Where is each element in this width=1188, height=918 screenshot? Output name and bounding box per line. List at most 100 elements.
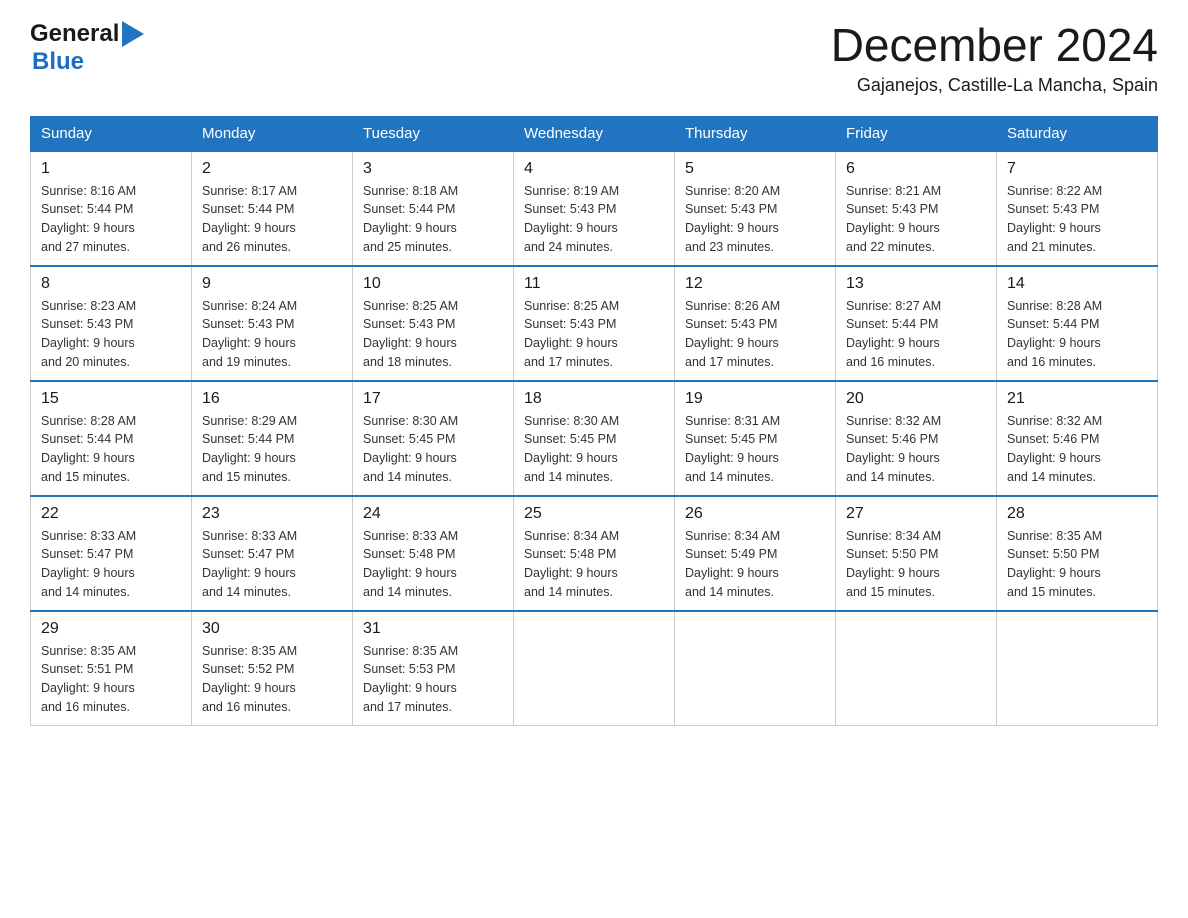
header-wednesday: Wednesday (514, 116, 675, 151)
calendar-cell: 17 Sunrise: 8:30 AM Sunset: 5:45 PM Dayl… (353, 381, 514, 496)
day-info: Sunrise: 8:26 AM Sunset: 5:43 PM Dayligh… (685, 297, 825, 372)
calendar-table: Sunday Monday Tuesday Wednesday Thursday… (30, 116, 1158, 726)
calendar-cell: 5 Sunrise: 8:20 AM Sunset: 5:43 PM Dayli… (675, 151, 836, 266)
week-row-4: 22 Sunrise: 8:33 AM Sunset: 5:47 PM Dayl… (31, 496, 1158, 611)
day-info: Sunrise: 8:27 AM Sunset: 5:44 PM Dayligh… (846, 297, 986, 372)
day-info: Sunrise: 8:35 AM Sunset: 5:50 PM Dayligh… (1007, 527, 1147, 602)
calendar-cell: 24 Sunrise: 8:33 AM Sunset: 5:48 PM Dayl… (353, 496, 514, 611)
calendar-cell: 8 Sunrise: 8:23 AM Sunset: 5:43 PM Dayli… (31, 266, 192, 381)
header-tuesday: Tuesday (353, 116, 514, 151)
logo: General Blue (30, 20, 144, 76)
calendar-cell: 12 Sunrise: 8:26 AM Sunset: 5:43 PM Dayl… (675, 266, 836, 381)
day-info: Sunrise: 8:20 AM Sunset: 5:43 PM Dayligh… (685, 182, 825, 257)
week-row-3: 15 Sunrise: 8:28 AM Sunset: 5:44 PM Dayl… (31, 381, 1158, 496)
calendar-cell: 30 Sunrise: 8:35 AM Sunset: 5:52 PM Dayl… (192, 611, 353, 726)
day-info: Sunrise: 8:34 AM Sunset: 5:50 PM Dayligh… (846, 527, 986, 602)
day-info: Sunrise: 8:28 AM Sunset: 5:44 PM Dayligh… (41, 412, 181, 487)
day-number: 8 (41, 275, 181, 293)
day-number: 29 (41, 620, 181, 638)
day-number: 14 (1007, 275, 1147, 293)
day-info: Sunrise: 8:17 AM Sunset: 5:44 PM Dayligh… (202, 182, 342, 257)
day-info: Sunrise: 8:16 AM Sunset: 5:44 PM Dayligh… (41, 182, 181, 257)
day-number: 16 (202, 390, 342, 408)
calendar-cell (836, 611, 997, 726)
day-number: 9 (202, 275, 342, 293)
day-number: 27 (846, 505, 986, 523)
calendar-cell: 13 Sunrise: 8:27 AM Sunset: 5:44 PM Dayl… (836, 266, 997, 381)
day-number: 17 (363, 390, 503, 408)
month-title: December 2024 (831, 20, 1158, 71)
calendar-cell: 26 Sunrise: 8:34 AM Sunset: 5:49 PM Dayl… (675, 496, 836, 611)
day-info: Sunrise: 8:28 AM Sunset: 5:44 PM Dayligh… (1007, 297, 1147, 372)
day-number: 2 (202, 160, 342, 178)
day-info: Sunrise: 8:32 AM Sunset: 5:46 PM Dayligh… (1007, 412, 1147, 487)
logo-general: General (30, 20, 119, 48)
header-sunday: Sunday (31, 116, 192, 151)
calendar-cell: 6 Sunrise: 8:21 AM Sunset: 5:43 PM Dayli… (836, 151, 997, 266)
day-number: 13 (846, 275, 986, 293)
day-info: Sunrise: 8:32 AM Sunset: 5:46 PM Dayligh… (846, 412, 986, 487)
calendar-cell: 22 Sunrise: 8:33 AM Sunset: 5:47 PM Dayl… (31, 496, 192, 611)
day-number: 24 (363, 505, 503, 523)
day-info: Sunrise: 8:35 AM Sunset: 5:51 PM Dayligh… (41, 642, 181, 717)
calendar-cell: 4 Sunrise: 8:19 AM Sunset: 5:43 PM Dayli… (514, 151, 675, 266)
day-info: Sunrise: 8:31 AM Sunset: 5:45 PM Dayligh… (685, 412, 825, 487)
day-info: Sunrise: 8:25 AM Sunset: 5:43 PM Dayligh… (363, 297, 503, 372)
calendar-cell: 27 Sunrise: 8:34 AM Sunset: 5:50 PM Dayl… (836, 496, 997, 611)
calendar-cell: 2 Sunrise: 8:17 AM Sunset: 5:44 PM Dayli… (192, 151, 353, 266)
day-number: 1 (41, 160, 181, 178)
calendar-cell: 29 Sunrise: 8:35 AM Sunset: 5:51 PM Dayl… (31, 611, 192, 726)
location-subtitle: Gajanejos, Castille-La Mancha, Spain (831, 75, 1158, 96)
day-info: Sunrise: 8:18 AM Sunset: 5:44 PM Dayligh… (363, 182, 503, 257)
logo-arrow-icon (122, 21, 144, 47)
day-info: Sunrise: 8:25 AM Sunset: 5:43 PM Dayligh… (524, 297, 664, 372)
calendar-cell: 28 Sunrise: 8:35 AM Sunset: 5:50 PM Dayl… (997, 496, 1158, 611)
day-number: 26 (685, 505, 825, 523)
logo-blue-row: Blue (32, 48, 84, 76)
calendar-cell: 10 Sunrise: 8:25 AM Sunset: 5:43 PM Dayl… (353, 266, 514, 381)
day-number: 20 (846, 390, 986, 408)
day-number: 10 (363, 275, 503, 293)
calendar-cell (997, 611, 1158, 726)
day-info: Sunrise: 8:33 AM Sunset: 5:48 PM Dayligh… (363, 527, 503, 602)
day-number: 7 (1007, 160, 1147, 178)
calendar-cell: 16 Sunrise: 8:29 AM Sunset: 5:44 PM Dayl… (192, 381, 353, 496)
day-info: Sunrise: 8:19 AM Sunset: 5:43 PM Dayligh… (524, 182, 664, 257)
page-header: General Blue December 2024 Gajanejos, Ca… (30, 20, 1158, 96)
logo-row: General (30, 20, 144, 48)
calendar-cell: 19 Sunrise: 8:31 AM Sunset: 5:45 PM Dayl… (675, 381, 836, 496)
day-number: 5 (685, 160, 825, 178)
calendar-cell: 1 Sunrise: 8:16 AM Sunset: 5:44 PM Dayli… (31, 151, 192, 266)
calendar-cell: 14 Sunrise: 8:28 AM Sunset: 5:44 PM Dayl… (997, 266, 1158, 381)
calendar-cell: 9 Sunrise: 8:24 AM Sunset: 5:43 PM Dayli… (192, 266, 353, 381)
day-number: 11 (524, 275, 664, 293)
day-info: Sunrise: 8:23 AM Sunset: 5:43 PM Dayligh… (41, 297, 181, 372)
day-number: 6 (846, 160, 986, 178)
week-row-2: 8 Sunrise: 8:23 AM Sunset: 5:43 PM Dayli… (31, 266, 1158, 381)
calendar-cell: 15 Sunrise: 8:28 AM Sunset: 5:44 PM Dayl… (31, 381, 192, 496)
day-number: 19 (685, 390, 825, 408)
day-info: Sunrise: 8:29 AM Sunset: 5:44 PM Dayligh… (202, 412, 342, 487)
day-info: Sunrise: 8:33 AM Sunset: 5:47 PM Dayligh… (202, 527, 342, 602)
day-info: Sunrise: 8:22 AM Sunset: 5:43 PM Dayligh… (1007, 182, 1147, 257)
title-section: December 2024 Gajanejos, Castille-La Man… (831, 20, 1158, 96)
day-info: Sunrise: 8:34 AM Sunset: 5:48 PM Dayligh… (524, 527, 664, 602)
calendar-cell: 18 Sunrise: 8:30 AM Sunset: 5:45 PM Dayl… (514, 381, 675, 496)
header-saturday: Saturday (997, 116, 1158, 151)
header-monday: Monday (192, 116, 353, 151)
calendar-cell: 31 Sunrise: 8:35 AM Sunset: 5:53 PM Dayl… (353, 611, 514, 726)
calendar-cell: 7 Sunrise: 8:22 AM Sunset: 5:43 PM Dayli… (997, 151, 1158, 266)
day-info: Sunrise: 8:30 AM Sunset: 5:45 PM Dayligh… (524, 412, 664, 487)
day-info: Sunrise: 8:24 AM Sunset: 5:43 PM Dayligh… (202, 297, 342, 372)
week-row-5: 29 Sunrise: 8:35 AM Sunset: 5:51 PM Dayl… (31, 611, 1158, 726)
calendar-cell: 25 Sunrise: 8:34 AM Sunset: 5:48 PM Dayl… (514, 496, 675, 611)
day-info: Sunrise: 8:33 AM Sunset: 5:47 PM Dayligh… (41, 527, 181, 602)
day-number: 15 (41, 390, 181, 408)
day-info: Sunrise: 8:35 AM Sunset: 5:53 PM Dayligh… (363, 642, 503, 717)
calendar-cell: 3 Sunrise: 8:18 AM Sunset: 5:44 PM Dayli… (353, 151, 514, 266)
calendar-cell (514, 611, 675, 726)
week-row-1: 1 Sunrise: 8:16 AM Sunset: 5:44 PM Dayli… (31, 151, 1158, 266)
calendar-header-row: Sunday Monday Tuesday Wednesday Thursday… (31, 116, 1158, 151)
day-info: Sunrise: 8:35 AM Sunset: 5:52 PM Dayligh… (202, 642, 342, 717)
day-number: 18 (524, 390, 664, 408)
